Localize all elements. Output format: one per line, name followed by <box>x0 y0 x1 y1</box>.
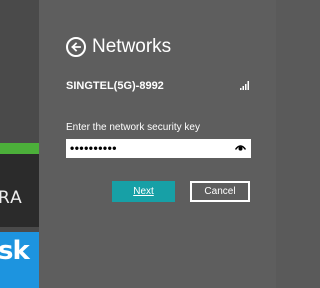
cancel-button[interactable]: Cancel <box>190 181 250 202</box>
eye-icon[interactable] <box>235 144 246 151</box>
signal-strength-icon <box>240 81 249 90</box>
start-tile-sky[interactable]: sk <box>0 232 39 288</box>
networks-panel: Networks SINGTEL(5G)-8992 Enter the netw… <box>39 0 276 288</box>
start-tile-dark[interactable]: RA <box>0 154 39 227</box>
panel-header: Networks <box>66 37 171 57</box>
back-arrow-icon <box>71 42 81 52</box>
network-item[interactable]: SINGTEL(5G)-8992 <box>66 78 251 94</box>
page-title: Networks <box>92 36 172 57</box>
start-tile-sky-logo: sk <box>0 236 30 266</box>
start-screen-strip: RA sk <box>0 0 39 288</box>
network-name: SINGTEL(5G)-8992 <box>66 80 164 92</box>
start-tile-dark-text: RA <box>0 188 23 208</box>
back-button[interactable] <box>66 37 86 57</box>
next-button[interactable]: Next <box>112 181 175 202</box>
security-key-input[interactable]: •••••••••• <box>66 139 251 158</box>
start-tile-green[interactable] <box>0 143 39 154</box>
security-key-value: •••••••••• <box>70 141 118 155</box>
security-key-label: Enter the network security key <box>66 122 200 133</box>
